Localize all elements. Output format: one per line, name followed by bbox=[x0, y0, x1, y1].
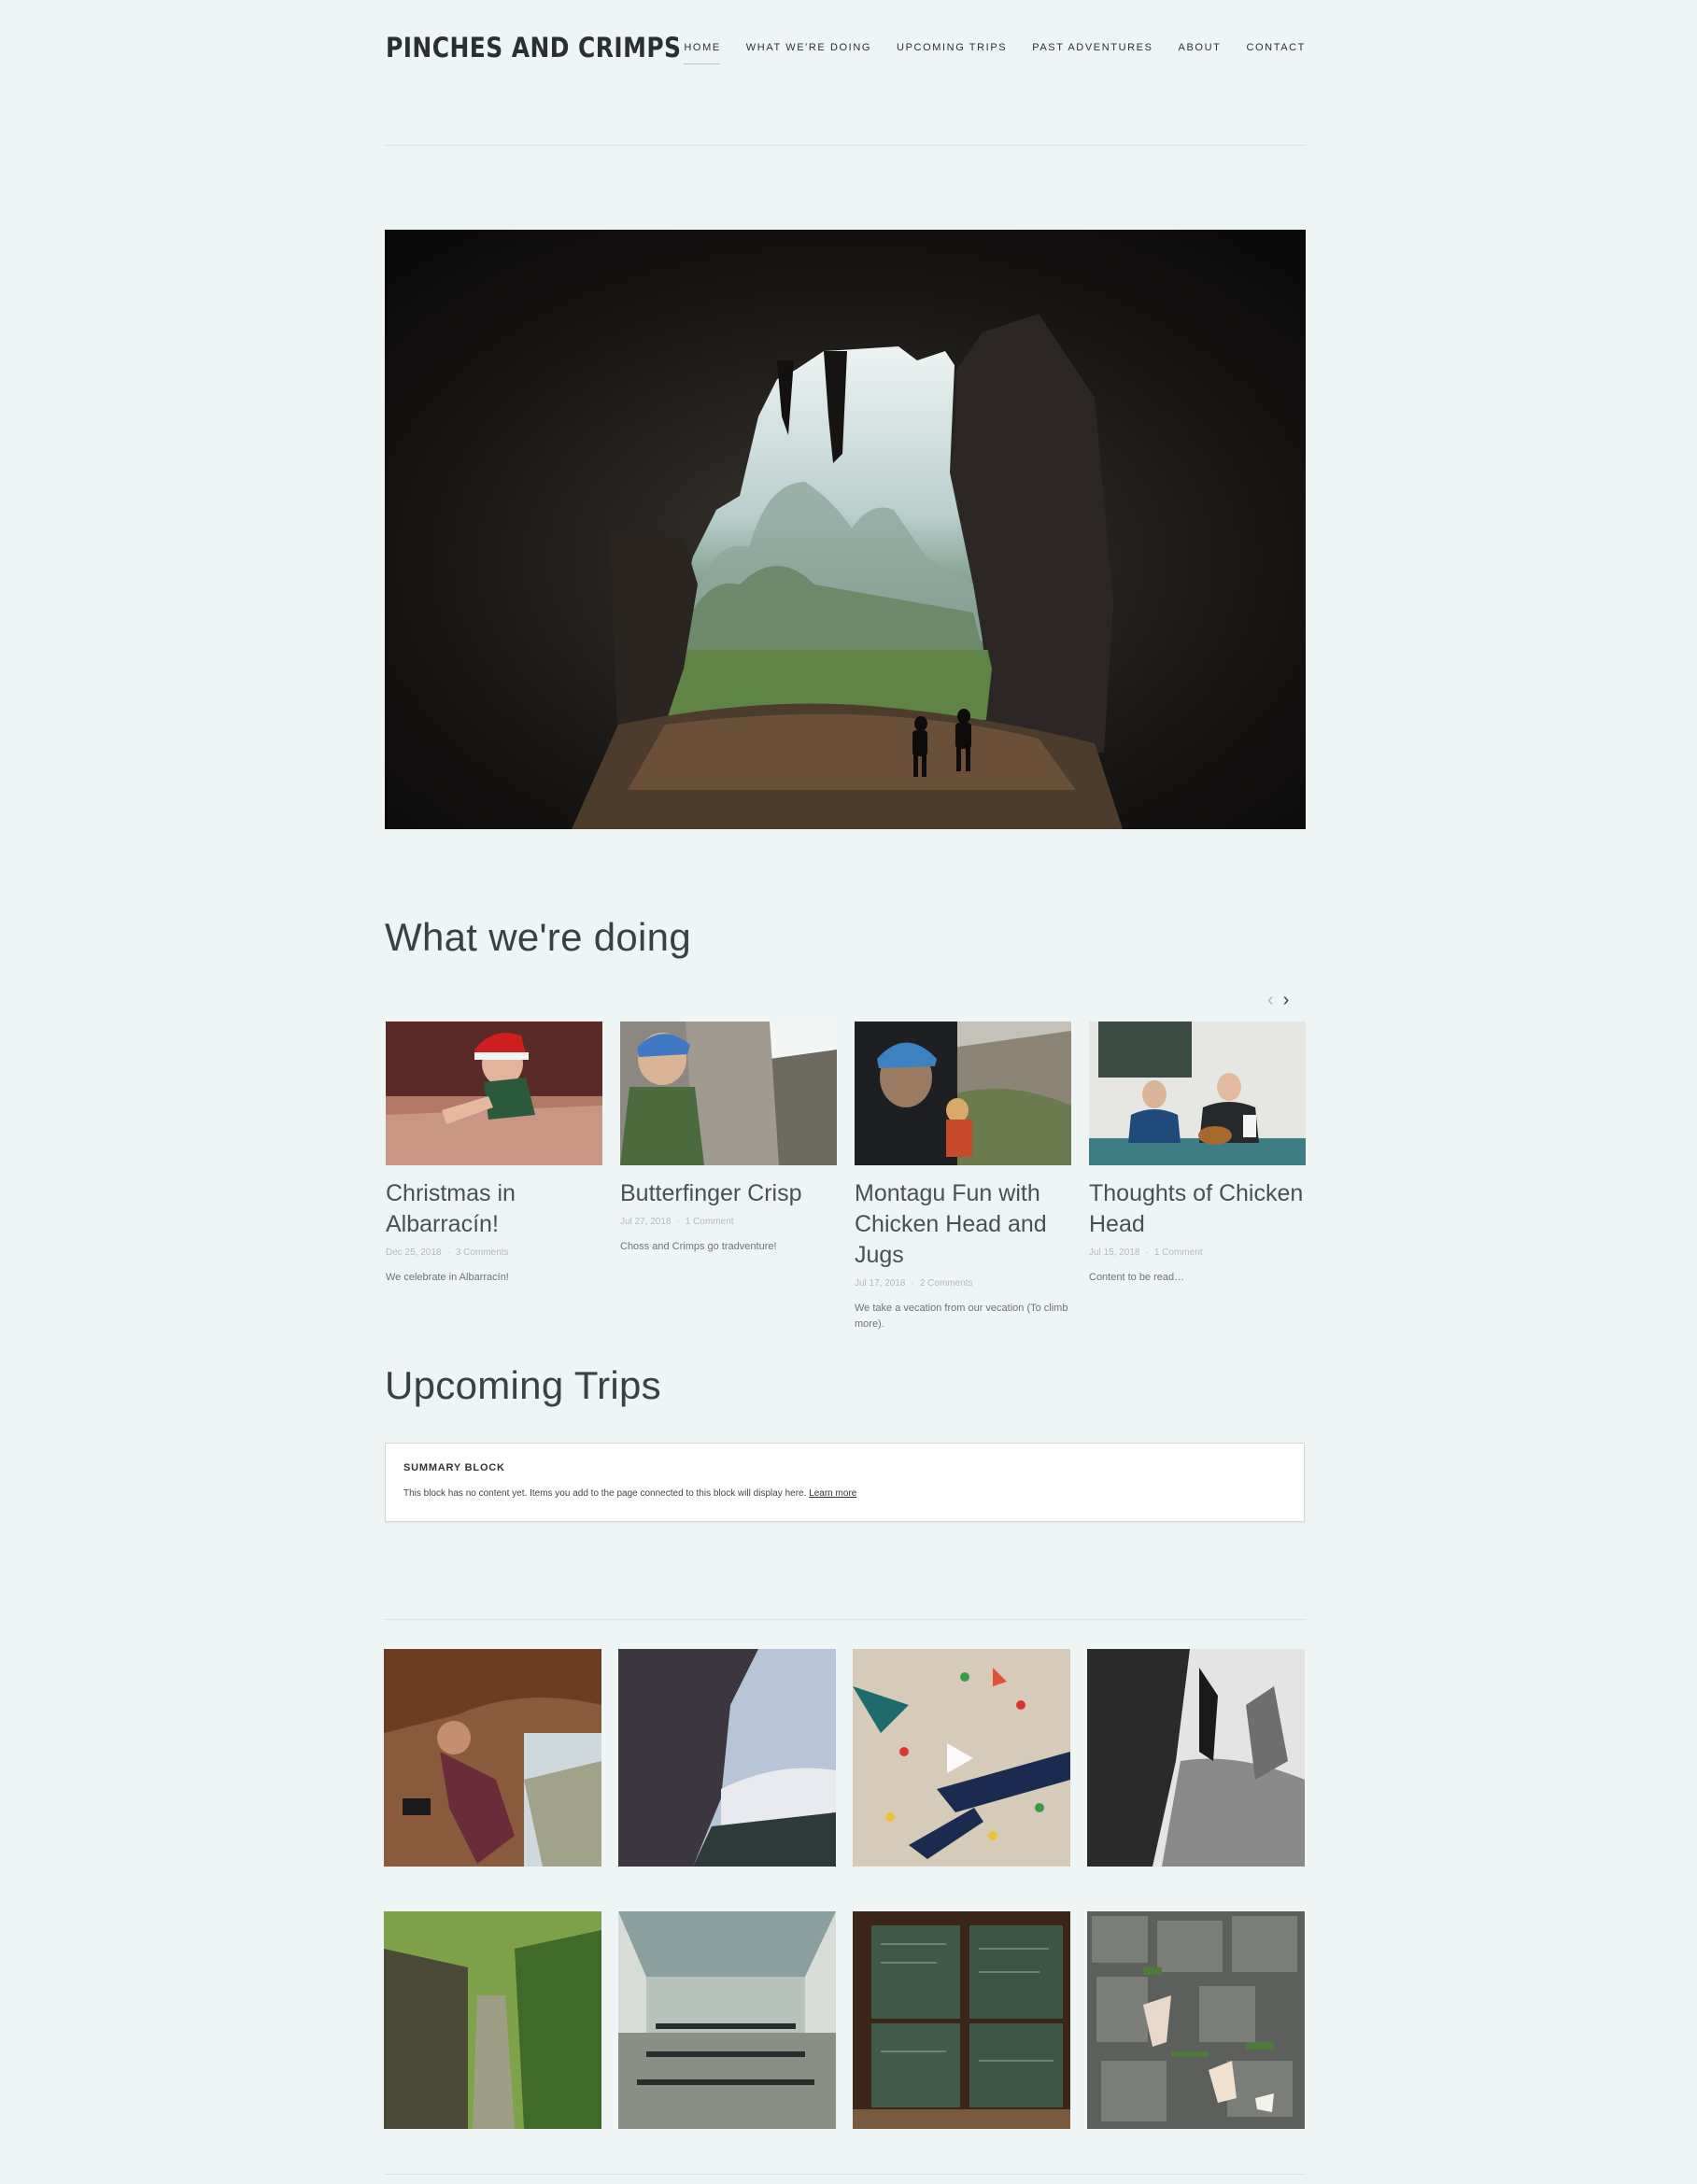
post-thumbnail[interactable] bbox=[386, 1022, 602, 1165]
post-excerpt: Content to be read… bbox=[1089, 1272, 1185, 1283]
nav-what-were-doing[interactable]: WHAT WE'RE DOING bbox=[746, 42, 871, 64]
gallery-image[interactable] bbox=[1087, 1649, 1305, 1867]
post-card[interactable]: Thoughts of Chicken Head Jul 15, 2018 · 1 … bbox=[1089, 1022, 1306, 1286]
play-icon[interactable] bbox=[947, 1743, 973, 1773]
summary-block: SUMMARY BLOCK This block has no content … bbox=[385, 1443, 1305, 1522]
post-meta: Jul 27, 2018 · 1 Comment bbox=[620, 1217, 734, 1227]
chevron-left-icon[interactable]: ‹ bbox=[1267, 991, 1274, 1009]
gallery-divider bbox=[385, 1619, 1306, 1620]
post-excerpt: Choss and Crimps go tradventure! bbox=[620, 1241, 777, 1252]
learn-more-link[interactable]: Learn more bbox=[809, 1488, 856, 1499]
post-title[interactable]: Christmas in Albarracín! bbox=[386, 1178, 602, 1240]
hero-image-cave bbox=[385, 230, 1306, 829]
post-card[interactable]: Butterfinger Crisp Jul 27, 2018 · 1 Commen… bbox=[620, 1022, 837, 1255]
post-meta: Dec 25, 2018 · 3 Comments bbox=[386, 1247, 509, 1258]
post-date: Jul 27, 2018 bbox=[620, 1217, 672, 1227]
post-comments[interactable]: 1 Comment bbox=[686, 1217, 734, 1227]
post-card[interactable]: Montagu Fun with Chicken Head and Jugs J… bbox=[855, 1022, 1071, 1332]
chevron-right-icon[interactable]: › bbox=[1283, 991, 1290, 1009]
nav-past-adventures[interactable]: PAST ADVENTURES bbox=[1032, 42, 1153, 64]
nav-upcoming-trips[interactable]: UPCOMING TRIPS bbox=[897, 42, 1007, 64]
post-comments[interactable]: 3 Comments bbox=[456, 1247, 509, 1258]
site-logo[interactable]: PINCHES AND CRIMPS bbox=[386, 32, 681, 63]
post-comments[interactable]: 1 Comment bbox=[1154, 1247, 1203, 1258]
section-title-doing: What we're doing bbox=[385, 915, 691, 959]
post-thumbnail[interactable] bbox=[855, 1022, 1071, 1165]
post-date: Jul 15, 2018 bbox=[1089, 1247, 1140, 1258]
main-nav: HOME WHAT WE'RE DOING UPCOMING TRIPS PAS… bbox=[658, 42, 1306, 64]
post-excerpt: We take a vecation from our vecation (To… bbox=[855, 1303, 1068, 1330]
post-meta: Jul 17, 2018 · 2 Comments bbox=[855, 1278, 973, 1289]
post-card[interactable]: Christmas in Albarracín! Dec 25, 2018 · 3 … bbox=[386, 1022, 602, 1286]
summary-description: This block has no content yet. Items you… bbox=[403, 1488, 856, 1499]
post-meta: Jul 15, 2018 · 1 Comment bbox=[1089, 1247, 1203, 1258]
gallery-video[interactable] bbox=[853, 1649, 1070, 1867]
post-excerpt: We celebrate in Albarracín! bbox=[386, 1272, 509, 1283]
nav-home[interactable]: HOME bbox=[684, 42, 721, 64]
summary-title: SUMMARY BLOCK bbox=[403, 1462, 505, 1473]
gallery-image[interactable] bbox=[853, 1911, 1070, 2129]
gallery-image[interactable] bbox=[384, 1649, 601, 1867]
post-date: Jul 17, 2018 bbox=[855, 1278, 906, 1289]
post-title[interactable]: Butterfinger Crisp bbox=[620, 1178, 837, 1209]
footer-divider bbox=[385, 2174, 1306, 2175]
header-divider bbox=[385, 145, 1306, 146]
gallery-image[interactable] bbox=[618, 1649, 836, 1867]
post-date: Dec 25, 2018 bbox=[386, 1247, 442, 1258]
nav-contact[interactable]: CONTACT bbox=[1246, 42, 1306, 64]
post-title[interactable]: Montagu Fun with Chicken Head and Jugs bbox=[855, 1178, 1071, 1271]
post-comments[interactable]: 2 Comments bbox=[920, 1278, 973, 1289]
carousel-controls: ‹ › bbox=[1267, 991, 1289, 1009]
nav-about[interactable]: ABOUT bbox=[1179, 42, 1222, 64]
post-thumbnail[interactable] bbox=[620, 1022, 837, 1165]
gallery-image[interactable] bbox=[384, 1911, 601, 2129]
post-title[interactable]: Thoughts of Chicken Head bbox=[1089, 1178, 1306, 1240]
post-thumbnail[interactable] bbox=[1089, 1022, 1306, 1165]
section-title-trips: Upcoming Trips bbox=[385, 1363, 661, 1407]
gallery-image[interactable] bbox=[618, 1911, 836, 2129]
gallery-image[interactable] bbox=[1087, 1911, 1305, 2129]
summary-text: This block has no content yet. Items you… bbox=[403, 1488, 807, 1499]
